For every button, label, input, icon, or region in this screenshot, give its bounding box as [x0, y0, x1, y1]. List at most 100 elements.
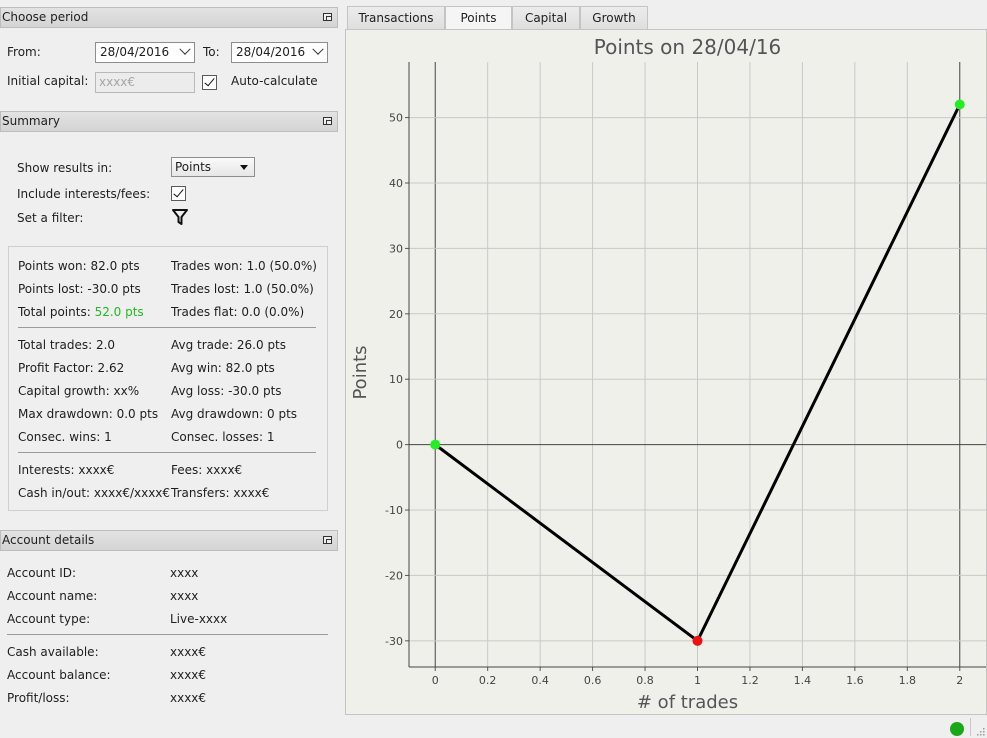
account-details-titlebar[interactable]: Account details — [0, 530, 338, 551]
avg-win-value: 82.0 pts — [225, 361, 275, 375]
chevron-down-icon — [179, 43, 191, 55]
stat-row: Avg drawdown: 0 pts — [171, 407, 297, 421]
avg-drawdown-value: 0 pts — [267, 407, 298, 421]
tab-transactions[interactable]: Transactions — [347, 6, 445, 30]
stat-row: Points lost: -30.0 pts — [18, 282, 141, 296]
tab-capital[interactable]: Capital — [512, 6, 580, 30]
total-trades-value: 2.0 — [95, 338, 116, 352]
stat-row: Interests: xxxx€ — [18, 463, 114, 477]
max-drawdown-label: Max drawdown: — [18, 407, 113, 421]
x-tick-label: 0 — [432, 674, 439, 687]
y-tick-label: -30 — [385, 635, 403, 648]
from-label: From: — [7, 45, 41, 59]
x-tick-label: 1 — [694, 674, 701, 687]
chevron-down-icon — [312, 43, 324, 55]
total-points-label: Total points: — [18, 305, 91, 319]
y-tick-label: 10 — [389, 373, 403, 386]
x-tick-label: 1.6 — [846, 674, 864, 687]
y-tick-label: 50 — [389, 112, 403, 125]
avg-trade-value: 26.0 pts — [236, 338, 287, 352]
cash-available-label: Cash available: — [7, 645, 99, 659]
stat-row: Trades won: 1.0 (50.0%) — [171, 259, 317, 273]
divider — [18, 452, 316, 453]
account-id-value: xxxx — [170, 566, 199, 580]
profit-factor-value: 2.62 — [97, 361, 125, 375]
stat-row: Capital growth: xx% — [18, 384, 139, 398]
auto-calculate-label: Auto-calculate — [231, 74, 318, 88]
fees-label: Fees: — [171, 463, 203, 477]
from-date-value: 28/04/2016 — [100, 45, 170, 59]
interests-label: Interests: — [18, 463, 75, 477]
transfers-label: Transfers: — [171, 486, 230, 500]
stat-row: Max drawdown: 0.0 pts — [18, 407, 158, 421]
x-axis-label: # of trades — [637, 692, 738, 713]
to-label: To: — [203, 45, 220, 59]
profit-factor-label: Profit Factor: — [18, 361, 94, 375]
filter-icon[interactable] — [172, 209, 188, 226]
points-won-value: 82.0 pts — [90, 259, 140, 273]
consec-losses-value: 1 — [266, 430, 275, 444]
avg-win-label: Avg win: — [171, 361, 222, 375]
avg-trade-label: Avg trade: — [171, 338, 234, 352]
stat-row: Points won: 82.0 pts — [18, 259, 140, 273]
float-dock-icon[interactable] — [323, 13, 332, 21]
account-name-label: Account name: — [7, 589, 98, 603]
account-id-label: Account ID: — [7, 566, 77, 580]
x-tick-label: 0.2 — [479, 674, 497, 687]
points-lost-label: Points lost: — [18, 282, 84, 296]
include-interests-checkbox[interactable] — [171, 186, 186, 201]
include-interests-label: Include interests/fees: — [17, 187, 151, 201]
points-chart[interactable]: 0 0.2 0.4 0.6 0.8 1 1.2 1.4 1.6 1.8 2 -30 -20 -10 0 10 2… — [346, 30, 986, 714]
stat-row: Trades flat: 0.0 (0.0%) — [171, 305, 304, 319]
auto-calculate-checkbox[interactable] — [202, 75, 217, 90]
y-tick-label: -10 — [385, 504, 403, 517]
avg-drawdown-label: Avg drawdown: — [171, 407, 264, 421]
from-date-combo[interactable]: 28/04/2016 — [95, 42, 195, 63]
show-results-label: Show results in: — [17, 161, 113, 175]
to-date-combo[interactable]: 28/04/2016 — [231, 42, 328, 63]
account-type-label: Account type: — [7, 612, 91, 626]
show-results-combo[interactable]: Points — [171, 157, 255, 177]
divider — [7, 634, 328, 635]
y-tick-label: -20 — [385, 569, 403, 582]
data-point — [692, 635, 703, 646]
initial-capital-label: Initial capital: — [7, 74, 89, 88]
trades-lost-value: 1.0 (50.0%) — [243, 282, 314, 296]
points-tab-pane: 0 0.2 0.4 0.6 0.8 1 1.2 1.4 1.6 1.8 2 -30 -20 -10 0 10 2… — [345, 29, 987, 715]
stat-row: Total trades: 2.0 — [18, 338, 115, 352]
stat-row: Cash in/out: xxxx€/xxxx€ — [18, 486, 170, 500]
left-dock: Choose period From: 28/04/2016 To: 28/04… — [0, 0, 341, 738]
chart-title: Points on 28/04/16 — [594, 35, 782, 59]
resize-grip-icon[interactable] — [975, 726, 985, 736]
float-dock-icon[interactable] — [323, 117, 332, 125]
trades-flat-value: 0.0 (0.0%) — [241, 305, 305, 319]
stat-row: Consec. wins: 1 — [18, 430, 112, 444]
cash-inout-value: xxxx€/xxxx€ — [93, 486, 171, 500]
choose-period-titlebar[interactable]: Choose period — [0, 7, 338, 28]
x-tick-label: 0.8 — [636, 674, 654, 687]
fees-value: xxxx€ — [206, 463, 243, 477]
capital-growth-label: Capital growth: — [18, 384, 110, 398]
consec-wins-value: 1 — [104, 430, 112, 444]
stat-row: Consec. losses: 1 — [171, 430, 275, 444]
cash-available-value: xxxx€ — [170, 645, 207, 659]
points-won-label: Points won: — [18, 259, 87, 273]
y-tick-label: 0 — [396, 439, 403, 452]
stat-row: Avg trade: 26.0 pts — [171, 338, 286, 352]
consec-wins-label: Consec. wins: — [18, 430, 101, 444]
x-tick-label: 2 — [956, 674, 963, 687]
tab-points[interactable]: Points — [445, 6, 512, 31]
stat-row: Trades lost: 1.0 (50.0%) — [171, 282, 314, 296]
points-lost-value: -30.0 pts — [87, 282, 141, 296]
float-dock-icon[interactable] — [323, 536, 332, 544]
summary-titlebar[interactable]: Summary — [0, 111, 338, 132]
profit-loss-label: Profit/loss: — [7, 691, 70, 705]
consec-losses-label: Consec. losses: — [171, 430, 264, 444]
total-trades-label: Total trades: — [18, 338, 93, 352]
data-point — [954, 99, 965, 110]
account-balance-value: xxxx€ — [170, 668, 207, 682]
x-tick-label: 1.4 — [794, 674, 812, 687]
tab-growth[interactable]: Growth — [580, 6, 648, 30]
initial-capital-input[interactable]: xxxx€ — [95, 72, 195, 93]
y-tick-label: 30 — [389, 242, 403, 255]
